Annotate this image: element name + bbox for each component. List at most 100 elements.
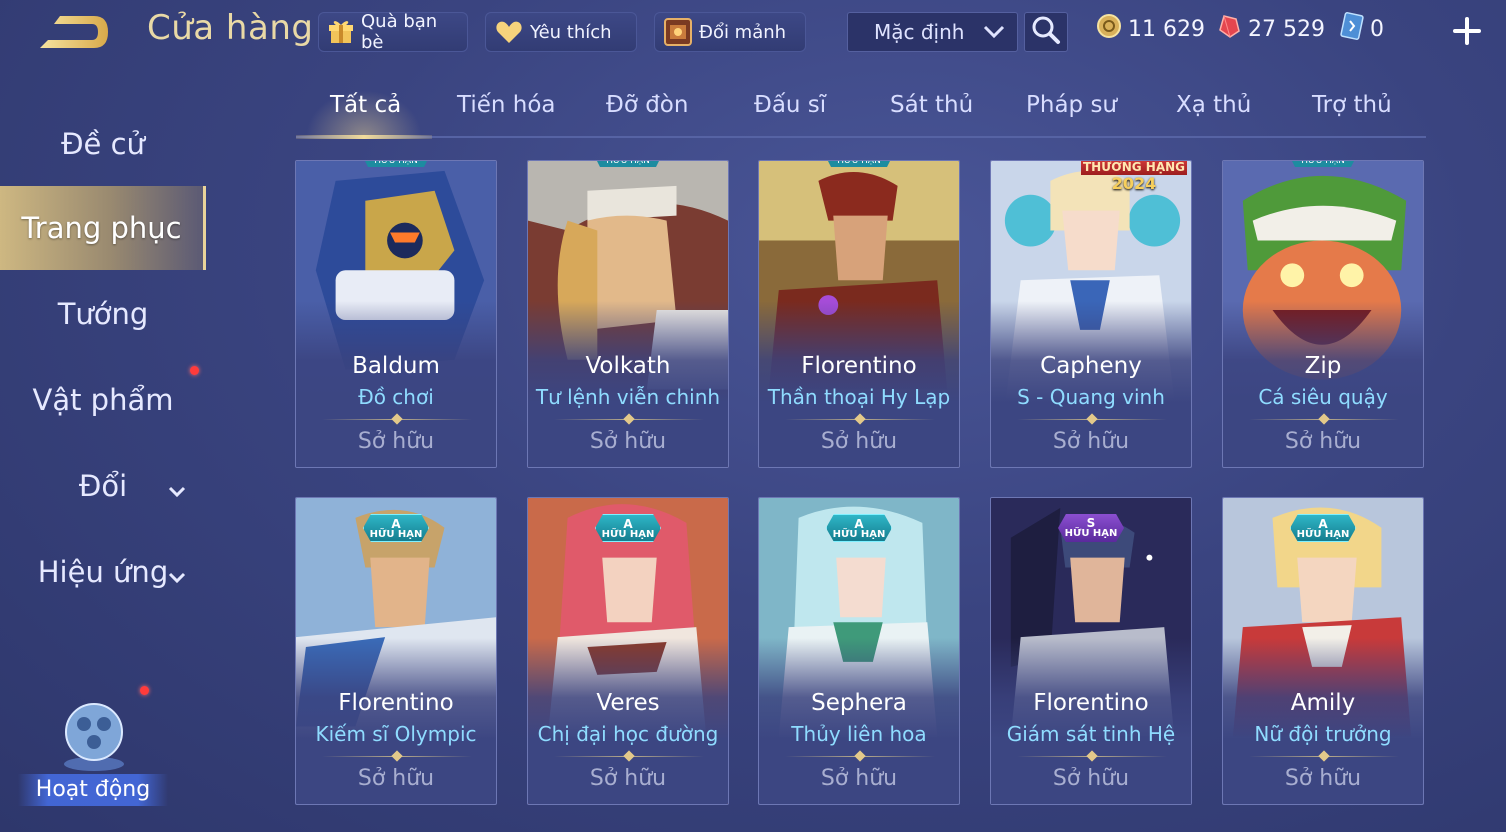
hero-name: Florentino	[1033, 690, 1149, 716]
skin-name: Đồ chơi	[358, 385, 434, 409]
hero-name: Volkath	[585, 353, 671, 379]
sidebar-item-label: Vật phẩm	[32, 383, 174, 417]
plus-icon[interactable]	[1450, 14, 1484, 48]
skin-name: Tư lệnh viễn chinh	[535, 385, 721, 409]
notification-dot	[140, 686, 149, 695]
owned-status: Sở hữu	[1052, 429, 1130, 454]
rank-reward-label: THƯỞNG HẠNG	[1081, 160, 1187, 175]
limited-badge: HỮU HẠN	[1288, 161, 1358, 167]
skin-card[interactable]: HỮU HẠN Volkath Tư lệnh viễn chinh Sở hữ…	[527, 160, 729, 468]
skin-name: Cá siêu quậy	[1258, 385, 1388, 409]
search-icon	[1031, 15, 1061, 49]
ticket-card-icon	[1338, 12, 1364, 46]
skin-card[interactable]: THƯỞNG HẠNG 2024 Capheny S - Quang vinh …	[990, 160, 1192, 468]
hero-name: Capheny	[1040, 353, 1142, 379]
activity-orb-icon	[58, 694, 130, 778]
voucher-gem-icon	[1216, 13, 1242, 45]
owned-status: Sở hữu	[357, 766, 435, 791]
tab-support[interactable]: Trợ thủ	[1312, 92, 1392, 118]
chevron-down-icon	[983, 20, 1005, 44]
owned-status: Sở hữu	[820, 766, 898, 791]
badge-text: HỮU HẠN	[1064, 528, 1118, 539]
category-sidebar: Đề cử Trang phục Tướng Vật phẩm Đổi Hiệu…	[0, 100, 210, 620]
sidebar-item-effects[interactable]: Hiệu ứng	[0, 530, 206, 614]
skin-name: Chị đại học đường	[537, 722, 719, 746]
limited-badge: HỮU HẠN	[361, 161, 431, 167]
favorite-label: Yêu thích	[530, 21, 612, 43]
fragment-chest-icon	[663, 17, 693, 47]
active-tab-underline	[296, 135, 432, 139]
badge-text: HỮU HẠN	[832, 529, 886, 540]
owned-status: Sở hữu	[589, 766, 667, 791]
owned-status: Sở hữu	[1284, 429, 1362, 454]
rank-reward-year: 2024	[1111, 174, 1157, 193]
sidebar-item-heroes[interactable]: Tướng	[0, 272, 206, 356]
badge-text: HỮU HẠN	[601, 529, 655, 540]
voucher-amount: 27 529	[1248, 16, 1325, 42]
skin-card[interactable]: A HỮU HẠN Amily Nữ đội trưởng Sở hữu	[1222, 497, 1424, 805]
hero-name: Veres	[596, 690, 660, 716]
skin-card[interactable]: HỮU HẠN Baldum Đồ chơi Sở hữu	[295, 160, 497, 468]
limited-a-badge: A HỮU HẠN	[363, 514, 429, 542]
gift-icon	[327, 17, 355, 47]
hero-name: Florentino	[801, 353, 917, 379]
gold-balance: 11 629	[1096, 14, 1205, 44]
skin-card[interactable]: HỮU HẠN Florentino Thần thoại Hy Lạp Sở …	[758, 160, 960, 468]
rank-reward-badge: THƯỞNG HẠNG 2024	[1075, 160, 1191, 199]
limited-badge: HỮU HẠN	[593, 161, 663, 167]
activity-button[interactable]: Hoạt động	[18, 686, 168, 810]
sidebar-item-recommended[interactable]: Đề cử	[0, 102, 206, 186]
gold-coin-icon	[1096, 13, 1122, 45]
badge-text: HỮU HẠN	[369, 529, 423, 540]
page-title: Cửa hàng	[147, 8, 314, 48]
tab-marksman[interactable]: Xạ thủ	[1176, 92, 1251, 118]
skin-card[interactable]: A HỮU HẠN Sephera Thủy liên hoa Sở hữu	[758, 497, 960, 805]
tab-evolution[interactable]: Tiến hóa	[457, 92, 556, 118]
sort-value: Mặc định	[874, 20, 965, 44]
skin-name: Giám sát tinh Hệ	[1006, 722, 1176, 746]
voucher-balance: 27 529	[1216, 14, 1325, 44]
tab-fighter[interactable]: Đấu sĩ	[754, 92, 826, 118]
owned-status: Sở hữu	[589, 429, 667, 454]
chevron-down-icon	[168, 560, 186, 584]
top-bar: Cửa hàng Quà bạn bè Yêu thích Đổi mảnh M…	[0, 0, 1506, 64]
tab-assassin[interactable]: Sát thủ	[890, 92, 973, 118]
search-button[interactable]	[1024, 12, 1068, 52]
hero-name: Sephera	[811, 690, 907, 716]
badge-text: HỮU HẠN	[1296, 529, 1350, 540]
favorite-button[interactable]: Yêu thích	[485, 12, 637, 52]
sort-dropdown[interactable]: Mặc định	[847, 12, 1018, 52]
skin-name: S - Quang vinh	[1017, 385, 1165, 409]
back-icon[interactable]	[34, 10, 116, 54]
skin-name: Thủy liên hoa	[791, 722, 927, 746]
sidebar-item-exchange[interactable]: Đổi	[0, 444, 206, 528]
skin-card[interactable]: A HỮU HẠN Veres Chị đại học đường Sở hữu	[527, 497, 729, 805]
chevron-down-icon	[168, 474, 186, 498]
sidebar-item-items[interactable]: Vật phẩm	[0, 358, 206, 442]
heart-icon	[494, 17, 524, 47]
friend-gift-button[interactable]: Quà bạn bè	[318, 11, 468, 53]
limited-a-badge: A HỮU HẠN	[1290, 514, 1356, 542]
skin-card[interactable]: S HỮU HẠN Florentino Giám sát tinh Hệ Sở…	[990, 497, 1192, 805]
skin-name: Thần thoại Hy Lạp	[767, 385, 951, 409]
owned-status: Sở hữu	[357, 429, 435, 454]
sidebar-item-skins[interactable]: Trang phục	[0, 186, 206, 270]
tab-all[interactable]: Tất cả	[330, 92, 401, 118]
sidebar-item-label: Trang phục	[21, 211, 182, 245]
skin-name: Kiếm sĩ Olympic	[315, 722, 477, 746]
limited-badge: HỮU HẠN	[824, 161, 894, 167]
sidebar-item-label: Đổi	[78, 469, 128, 503]
hero-name: Zip	[1304, 353, 1342, 379]
limited-a-badge: A HỮU HẠN	[826, 514, 892, 542]
tab-tank[interactable]: Đỡ đòn	[606, 92, 688, 118]
owned-status: Sở hữu	[1052, 766, 1130, 791]
owned-status: Sở hữu	[1284, 766, 1362, 791]
tab-mage[interactable]: Pháp sư	[1026, 92, 1117, 118]
notification-dot	[190, 366, 199, 375]
skin-card[interactable]: A HỮU HẠN Florentino Kiếm sĩ Olympic Sở …	[295, 497, 497, 805]
skin-card[interactable]: HỮU HẠN Zip Cá siêu quậy Sở hữu	[1222, 160, 1424, 468]
limited-s-badge: S HỮU HẠN	[1058, 514, 1124, 542]
trade-fragments-button[interactable]: Đổi mảnh	[654, 12, 806, 52]
skin-name: Nữ đội trưởng	[1254, 722, 1392, 746]
limited-a-badge: A HỮU HẠN	[595, 514, 661, 542]
